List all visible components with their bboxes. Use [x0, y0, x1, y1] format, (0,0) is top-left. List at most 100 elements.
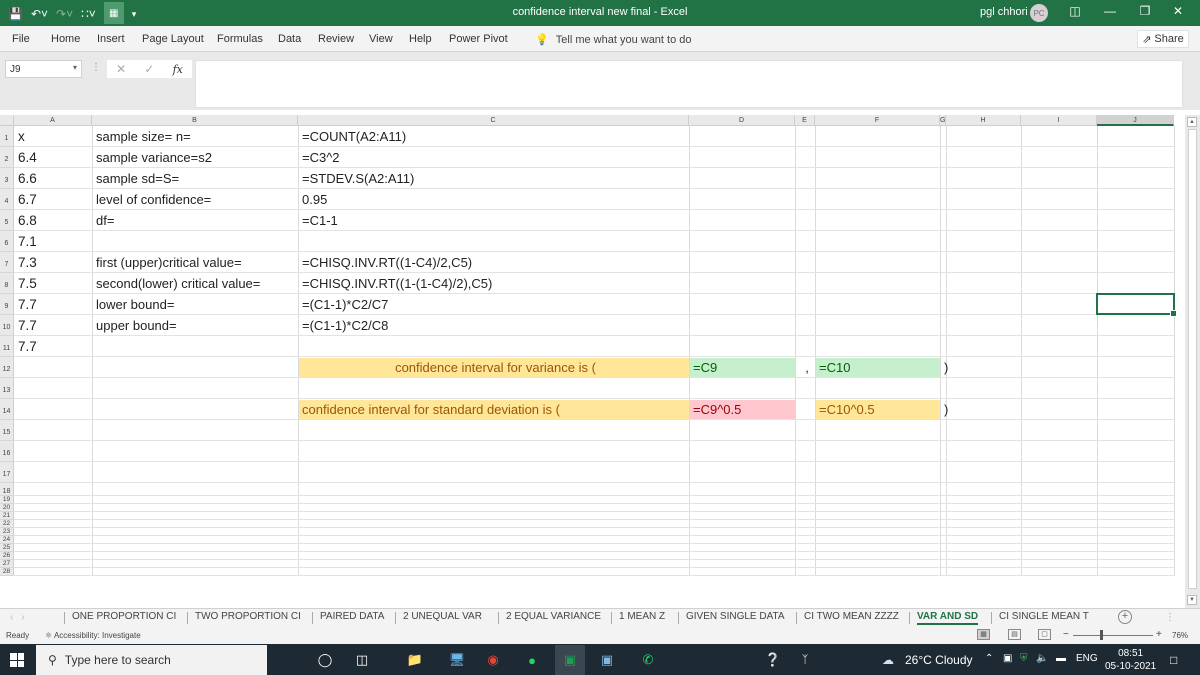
- language-indicator[interactable]: ENG: [1076, 653, 1098, 664]
- cell-a3[interactable]: 6.6: [15, 169, 92, 188]
- scroll-thumb[interactable]: [1188, 129, 1197, 589]
- column-header-b[interactable]: B: [92, 115, 298, 126]
- sheet-tab-one-proportion-ci[interactable]: ONE PROPORTION CI: [72, 611, 176, 622]
- row-header[interactable]: 1: [0, 126, 14, 147]
- options-dots-icon[interactable]: ⋮: [1165, 612, 1175, 623]
- whatsapp-icon[interactable]: ✆: [638, 650, 658, 670]
- row-header[interactable]: 12: [0, 357, 14, 378]
- people-icon[interactable]: ᛉ: [795, 650, 815, 670]
- cell-b4[interactable]: level of confidence=: [93, 190, 298, 209]
- security-icon[interactable]: ⛨: [1020, 653, 1028, 664]
- cell-c8[interactable]: =CHISQ.INV.RT((1-(1-C4)/2),C5): [299, 274, 689, 293]
- insert-function-icon[interactable]: fx: [173, 63, 183, 76]
- cell-f14-upper-sd[interactable]: =C10^0.5: [816, 400, 940, 419]
- sheet-tab-ci-single-mean-t[interactable]: CI SINGLE MEAN T: [999, 611, 1089, 622]
- tab-view[interactable]: View: [369, 33, 393, 45]
- tab-review[interactable]: Review: [318, 33, 354, 45]
- task-view-icon[interactable]: ◫: [352, 650, 372, 670]
- network-app-icon[interactable]: 🖥: [447, 650, 467, 670]
- sheet-tab-given-single-data[interactable]: GIVEN SINGLE DATA: [686, 611, 785, 622]
- tab-page-layout[interactable]: Page Layout: [142, 33, 204, 45]
- scroll-down-icon[interactable]: ▼: [1187, 595, 1197, 605]
- add-sheet-button[interactable]: +: [1118, 610, 1132, 624]
- excel-taskbar-icon[interactable]: ▣: [555, 645, 585, 675]
- cell-d12-lower-variance[interactable]: =C9: [690, 358, 795, 377]
- tab-formulas[interactable]: Formulas: [217, 33, 263, 45]
- row-header[interactable]: 2: [0, 147, 14, 168]
- meet-icon[interactable]: ▣: [1003, 653, 1012, 664]
- tab-file[interactable]: File: [12, 33, 30, 45]
- taskbar-search[interactable]: ⚲ Type here to search: [36, 645, 267, 675]
- cell-a8[interactable]: 7.5: [15, 274, 92, 293]
- cell-a9[interactable]: 7.7: [15, 295, 92, 314]
- row-header[interactable]: 7: [0, 252, 14, 273]
- tell-me-search[interactable]: 💡 Tell me what you want to do: [535, 33, 692, 46]
- cell-a4[interactable]: 6.7: [15, 190, 92, 209]
- cell-c9[interactable]: =(C1-1)*C2/C7: [299, 295, 689, 314]
- row-header[interactable]: 23: [0, 528, 14, 536]
- column-header-f[interactable]: F: [815, 115, 940, 126]
- column-header-a[interactable]: A: [14, 115, 92, 126]
- tab-data[interactable]: Data: [278, 33, 301, 45]
- notifications-icon[interactable]: □: [1170, 653, 1177, 667]
- file-explorer-icon[interactable]: 📁: [405, 650, 425, 670]
- row-header[interactable]: 13: [0, 378, 14, 399]
- close-icon[interactable]: ✕: [1168, 4, 1188, 18]
- drag-handle-icon[interactable]: ⋮: [91, 62, 101, 73]
- row-header[interactable]: 21: [0, 512, 14, 520]
- page-layout-view-icon[interactable]: ▤: [1008, 629, 1021, 640]
- cell-b5[interactable]: df=: [93, 211, 298, 230]
- scroll-up-icon[interactable]: ▲: [1187, 117, 1197, 127]
- row-header[interactable]: 15: [0, 420, 14, 441]
- weather-cloud-icon[interactable]: ☁: [882, 653, 894, 667]
- help-icon[interactable]: ❔: [763, 650, 783, 670]
- sheet-tab-ci-two-mean-zzzz[interactable]: CI TWO MEAN ZZZZ: [804, 611, 899, 622]
- row-header[interactable]: 19: [0, 496, 14, 504]
- sheet-tab-var-and-sd[interactable]: VAR AND SD: [917, 611, 979, 625]
- cell-b10[interactable]: upper bound=: [93, 316, 298, 335]
- formula-input[interactable]: [195, 60, 1183, 108]
- cell-g14-close-paren[interactable]: ): [941, 400, 1021, 419]
- row-header[interactable]: 24: [0, 536, 14, 544]
- remote-desktop-icon[interactable]: ▣: [597, 650, 617, 670]
- sheet-tab-paired-data[interactable]: PAIRED DATA: [320, 611, 384, 622]
- clock[interactable]: 08:51 05-10-2021: [1105, 647, 1156, 673]
- sheet-tab-1-mean-z[interactable]: 1 MEAN Z: [619, 611, 665, 622]
- page-break-view-icon[interactable]: ▢: [1038, 629, 1051, 640]
- tab-help[interactable]: Help: [409, 33, 432, 45]
- cell-a5[interactable]: 6.8: [15, 211, 92, 230]
- row-header[interactable]: 9: [0, 294, 14, 315]
- share-button[interactable]: ⇗ Share: [1137, 30, 1189, 48]
- cell-a1[interactable]: x: [15, 127, 92, 146]
- cell-c2[interactable]: =C3^2: [299, 148, 689, 167]
- zoom-level[interactable]: 76%: [1172, 631, 1188, 640]
- accessibility-status[interactable]: ⚛ Accessibility: Investigate: [45, 631, 141, 640]
- chrome-icon[interactable]: ◉: [483, 650, 503, 670]
- column-header-e[interactable]: E: [795, 115, 815, 126]
- row-header[interactable]: 3: [0, 168, 14, 189]
- restore-icon[interactable]: ❐: [1135, 4, 1155, 18]
- zoom-in-icon[interactable]: +: [1156, 629, 1162, 640]
- cell-b2[interactable]: sample variance=s2: [93, 148, 298, 167]
- row-header[interactable]: 5: [0, 210, 14, 231]
- zoom-out-icon[interactable]: −: [1063, 629, 1069, 640]
- cell-b8[interactable]: second(lower) critical value=: [93, 274, 298, 293]
- cell-a10[interactable]: 7.7: [15, 316, 92, 335]
- sheet-tab-2-unequal-var[interactable]: 2 UNEQUAL VAR: [403, 611, 482, 622]
- column-header-i[interactable]: I: [1021, 115, 1097, 126]
- column-header-h[interactable]: H: [946, 115, 1021, 126]
- cell-c7[interactable]: =CHISQ.INV.RT((1-C4)/2,C5): [299, 253, 689, 272]
- spreadsheet-grid[interactable]: A B C D E F G H I J 1 2 3 4 5 6 7 8 9 10 11 12 13 14 15 16 17 18 19 2…: [0, 115, 1185, 608]
- normal-view-icon[interactable]: ▦: [977, 629, 990, 640]
- column-header-d[interactable]: D: [689, 115, 795, 126]
- cell-c3[interactable]: =STDEV.S(A2:A11): [299, 169, 689, 188]
- row-header[interactable]: 14: [0, 399, 14, 420]
- weather-text[interactable]: 26°C Cloudy: [905, 653, 973, 667]
- selected-cell-j9[interactable]: [1096, 293, 1177, 317]
- row-header[interactable]: 16: [0, 441, 14, 462]
- cell-e12-comma[interactable]: ,: [796, 358, 815, 377]
- column-header-c[interactable]: C: [298, 115, 689, 126]
- cell-c12-ci-variance-label[interactable]: confidence interval for variance is (: [299, 358, 689, 377]
- tray-expand-icon[interactable]: ⌃: [985, 653, 993, 664]
- name-box[interactable]: J9 ▾: [5, 60, 82, 78]
